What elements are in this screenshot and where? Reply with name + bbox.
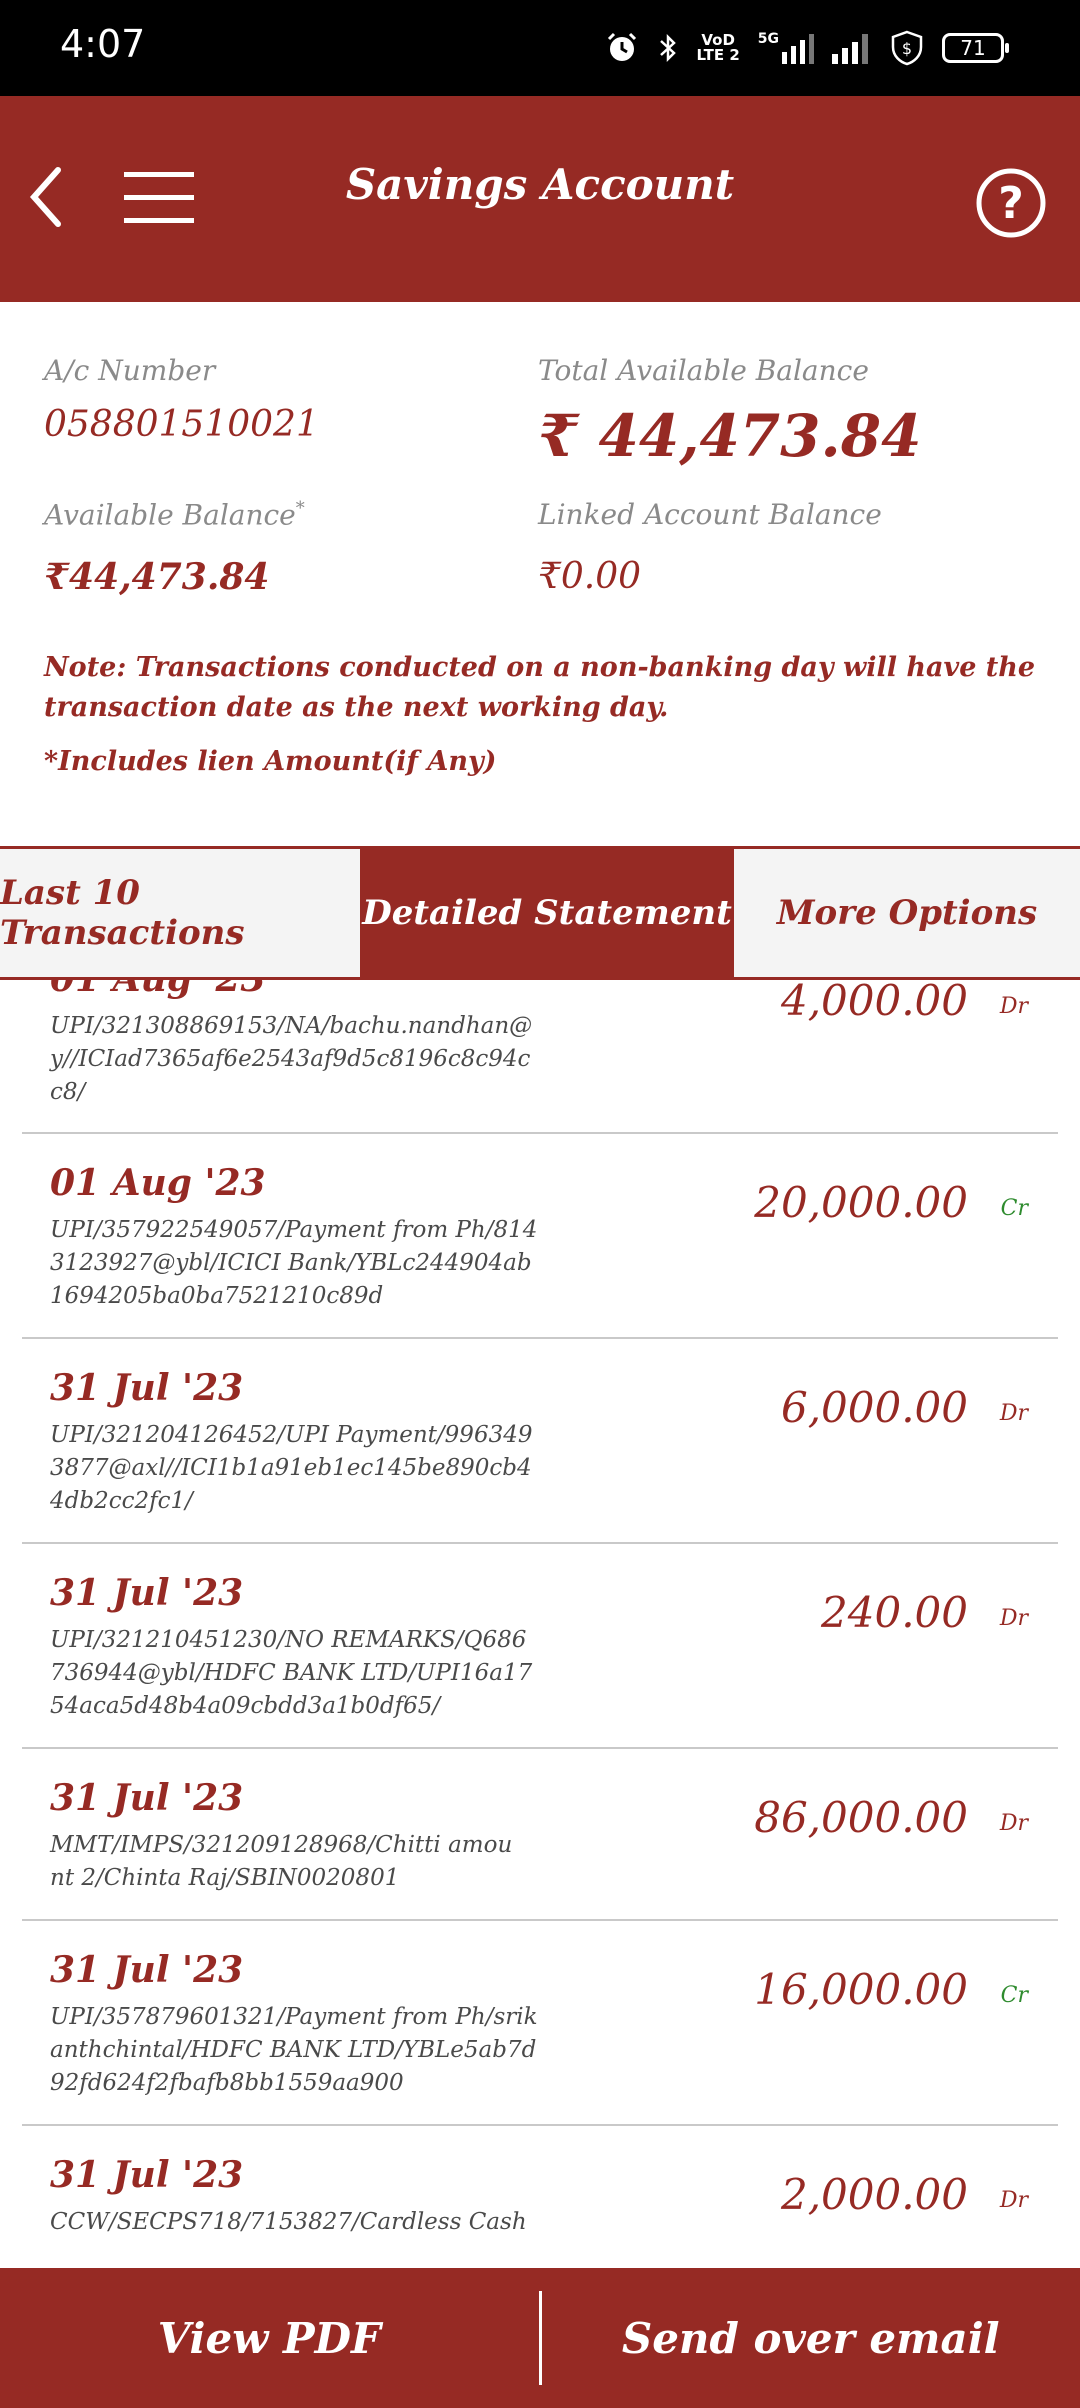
transaction-description: MMT/IMPS/321209128968/Chitti amount 2/Ch… — [50, 1832, 513, 1891]
tab-detailed-statement[interactable]: Detailed Statement — [360, 849, 734, 977]
transaction-row[interactable]: 31 Jul '23 UPI/321210451230/NO REMARKS/Q… — [22, 1544, 1058, 1749]
transaction-amount: 86,000.00 — [754, 1793, 968, 1842]
svg-text:$: $ — [902, 39, 912, 58]
total-balance-label: Total Available Balance — [538, 354, 869, 387]
tab-last-10-transactions[interactable]: Last 10 Transactions — [0, 849, 360, 977]
transaction-type: Dr — [999, 994, 1028, 1019]
app-bar: Savings Account ? — [0, 96, 1080, 302]
tab-more-options[interactable]: More Options — [734, 849, 1080, 977]
ac-number-label: A/c Number — [44, 354, 216, 387]
transaction-date: 31 Jul '23 — [50, 1572, 244, 1614]
status-icons: VoD LTE 2 5G $ 71 — [605, 26, 1009, 70]
transaction-amount: 20,000.00 — [754, 1178, 968, 1227]
available-balance-label: Available Balance* — [44, 498, 305, 532]
transaction-amount: 6,000.00 — [780, 1383, 968, 1432]
send-email-button[interactable]: Send over email — [542, 2268, 1080, 2408]
transaction-type: Cr — [1000, 1983, 1028, 2008]
transaction-date: 31 Jul '23 — [50, 1949, 244, 1991]
menu-icon[interactable] — [124, 170, 194, 226]
transaction-type: Dr — [999, 2188, 1028, 2213]
transaction-date: 01 Aug '23 — [50, 980, 266, 1000]
transaction-description: CCW/SECPS718/7153827/Cardless Cash — [50, 2209, 527, 2235]
transaction-row[interactable]: 01 Aug '23 UPI/357922549057/Payment from… — [22, 1134, 1058, 1339]
transaction-row[interactable]: 31 Jul '23 UPI/357879601321/Payment from… — [22, 1921, 1058, 2126]
transaction-date: 31 Jul '23 — [50, 2154, 244, 2196]
transaction-description: UPI/357879601321/Payment from Ph/srikant… — [50, 2004, 538, 2096]
view-pdf-button[interactable]: View PDF — [0, 2268, 539, 2408]
transaction-list: 01 Aug '23 UPI/321308869153/NA/bachu.nan… — [0, 980, 1080, 2268]
transaction-date: 31 Jul '23 — [50, 1367, 244, 1409]
linked-balance: ₹0.00 — [538, 556, 642, 597]
page-title: Savings Account — [345, 160, 735, 209]
lien-note: *Includes lien Amount(if Any) — [44, 746, 497, 777]
signal-5g: 5G — [758, 32, 814, 64]
transaction-amount: 240.00 — [821, 1588, 968, 1637]
transaction-row[interactable]: 31 Jul '23 UPI/321204126452/UPI Payment/… — [22, 1339, 1058, 1544]
status-time: 4:07 — [60, 22, 146, 66]
bluetooth-icon — [659, 33, 676, 63]
transaction-type: Dr — [999, 1811, 1028, 1836]
available-balance: ₹44,473.84 — [44, 556, 270, 598]
status-bar: 4:07 VoD LTE 2 5G $ 71 — [0, 0, 1080, 96]
non-banking-day-note: Note: Transactions conducted on a non-ba… — [44, 652, 1036, 723]
linked-balance-label: Linked Account Balance — [538, 498, 882, 531]
transaction-row[interactable]: 01 Aug '23 UPI/321308869153/NA/bachu.nan… — [22, 980, 1058, 1134]
signal-icon-2 — [832, 34, 868, 64]
transaction-amount: 16,000.00 — [754, 1965, 968, 2014]
transaction-amount: 2,000.00 — [780, 2170, 968, 2219]
transaction-date: 01 Aug '23 — [50, 1162, 266, 1204]
transaction-type: Cr — [1000, 1196, 1028, 1221]
back-icon[interactable] — [22, 162, 72, 232]
transaction-row[interactable]: 31 Jul '23 CCW/SECPS718/7153827/Cardless… — [22, 2126, 1058, 2268]
help-icon[interactable]: ? — [974, 166, 1048, 240]
transaction-type: Dr — [999, 1606, 1028, 1631]
total-balance: ₹ 44,473.84 — [538, 402, 922, 470]
bottom-action-bar: View PDF Send over email — [0, 2268, 1080, 2408]
transaction-description: UPI/321308869153/NA/bachu.nandhan@y//ICI… — [50, 1013, 533, 1105]
tab-bar: Last 10 Transactions Detailed Statement … — [0, 846, 1080, 980]
battery-indicator: 71 — [942, 33, 1009, 63]
transaction-type: Dr — [999, 1401, 1028, 1426]
transaction-description: UPI/321210451230/NO REMARKS/Q686736944@y… — [50, 1627, 533, 1719]
transaction-description: UPI/321204126452/UPI Payment/9963493877@… — [50, 1422, 533, 1514]
shield-dollar-icon: $ — [891, 30, 923, 66]
transaction-date: 31 Jul '23 — [50, 1777, 244, 1819]
volte-indicator: VoD LTE 2 — [696, 31, 740, 64]
svg-text:?: ? — [998, 178, 1024, 229]
transaction-description: UPI/357922549057/Payment from Ph/8143123… — [50, 1217, 538, 1309]
signal-icon — [782, 34, 814, 64]
alarm-icon — [607, 32, 636, 61]
transaction-amount: 4,000.00 — [780, 980, 968, 1025]
transaction-row[interactable]: 31 Jul '23 MMT/IMPS/321209128968/Chitti … — [22, 1749, 1058, 1921]
ac-number: 058801510021 — [44, 404, 319, 445]
